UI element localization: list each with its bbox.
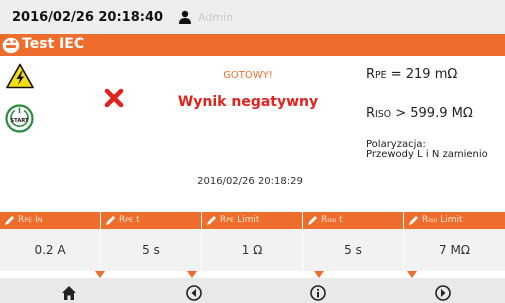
pencil-icon (207, 216, 216, 225)
start-icon: START (5, 104, 34, 133)
rpe-result: RPE = 219 mΩ (366, 67, 457, 82)
result-text: Wynik negatywny (177, 94, 319, 110)
param-header: RPE Limit (202, 212, 302, 229)
page-title: Test IEC (22, 36, 85, 52)
home-button[interactable] (20, 278, 120, 303)
param-riso-t[interactable]: Riso t 5 s (303, 212, 403, 271)
start-button[interactable]: START (5, 104, 34, 133)
param-riso-limit[interactable]: Riso Limit 7 MΩ (404, 212, 505, 271)
riso-value: > 599.9 MΩ (391, 106, 473, 121)
nav-marker-icon (314, 271, 324, 278)
riso-result: RISO > 599.9 MΩ (366, 106, 473, 121)
pencil-icon (106, 216, 115, 225)
user-icon (179, 10, 191, 24)
test-timestamp: 2016/02/26 20:18:29 (197, 176, 303, 187)
title-bar: Test IEC (0, 34, 505, 56)
info-icon (310, 285, 326, 301)
info-button[interactable] (269, 278, 369, 303)
param-header: RPE t (101, 212, 201, 229)
param-value: 5 s (101, 229, 201, 271)
param-rpe-t[interactable]: RPE t 5 s (101, 212, 201, 271)
fail-cross-icon (104, 88, 124, 108)
param-rpe-in[interactable]: RPE IN 0.2 A (0, 212, 100, 271)
param-label: RPE IN (18, 215, 43, 225)
param-label: Riso Limit (422, 215, 463, 225)
pencil-icon (5, 216, 14, 225)
rpe-subscript: PE (375, 70, 387, 81)
arrow-left-icon (186, 285, 202, 301)
back-button[interactable] (145, 278, 245, 303)
status-datetime: 2016/02/26 20:18:40 (12, 10, 164, 25)
riso-symbol: R (366, 106, 376, 121)
parameter-grid: RPE IN 0.2 A RPE t 5 s RPE Limit 1 Ω Ris… (0, 212, 505, 271)
bottom-nav (0, 278, 505, 303)
meter-logo-icon (2, 37, 20, 54)
status-bar: 2016/02/26 20:18:40 Admin (0, 0, 505, 34)
high-voltage-warning-icon (6, 63, 34, 89)
param-label: Riso t (321, 215, 343, 225)
user-name: Admin (198, 11, 234, 24)
param-value: 5 s (303, 229, 403, 271)
rpe-value: = 219 mΩ (386, 67, 458, 82)
param-header: Riso t (303, 212, 403, 229)
nav-marker-icon (95, 271, 105, 278)
svg-text:START: START (10, 118, 29, 124)
rpe-symbol: R (366, 67, 376, 82)
polarization-value: Przewody L i N zamienio (366, 149, 488, 160)
param-value: 0.2 A (0, 229, 100, 271)
arrow-right-icon (435, 285, 451, 301)
param-header: RPE IN (0, 212, 100, 229)
param-value: 1 Ω (202, 229, 302, 271)
pencil-icon (308, 216, 317, 225)
param-value: 7 MΩ (404, 229, 505, 271)
pencil-icon (409, 216, 418, 225)
param-header: Riso Limit (404, 212, 505, 229)
status-text: GOTOWY! (223, 70, 273, 81)
nav-marker-icon (187, 271, 197, 278)
home-icon (62, 286, 76, 300)
riso-subscript: ISO (375, 109, 392, 120)
forward-button[interactable] (394, 278, 494, 303)
param-rpe-limit[interactable]: RPE Limit 1 Ω (202, 212, 302, 271)
param-label: RPE t (119, 215, 140, 225)
param-label: RPE Limit (220, 215, 260, 225)
nav-marker-icon (407, 271, 417, 278)
